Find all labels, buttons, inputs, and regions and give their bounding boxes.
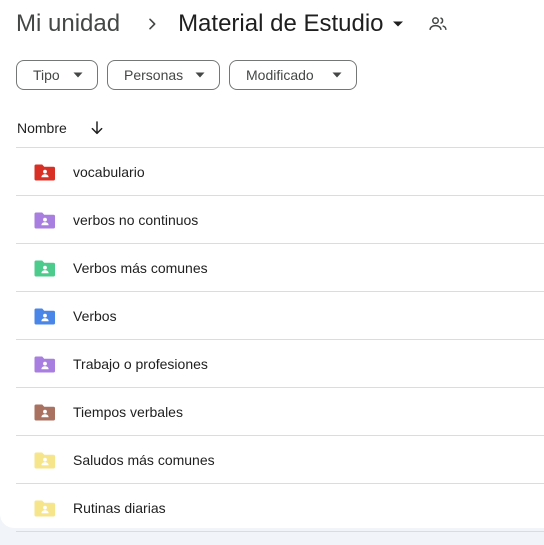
folder-name: vocabulario [73, 163, 145, 180]
folder-name: Rutinas diarias [73, 499, 166, 516]
chevron-right-icon [134, 6, 170, 42]
folder-name: Tiempos verbales [73, 403, 183, 420]
shared-folder-icon [34, 163, 56, 181]
folder-name: Trabajo o profesiones [73, 355, 208, 372]
shared-folder-icon [34, 499, 56, 517]
list-item[interactable]: Verbos más comunes [16, 244, 544, 292]
shared-folder-icon [34, 355, 56, 373]
column-header-name[interactable]: Nombre [17, 120, 67, 136]
list-item[interactable]: Rutinas diarias [16, 484, 544, 532]
shared-people-icon[interactable] [426, 12, 450, 36]
list-item[interactable]: vocabulario [16, 148, 544, 196]
shared-folder-icon [34, 451, 56, 469]
list-item[interactable]: Saludos más comunes [16, 436, 544, 484]
caret-down-icon [388, 14, 408, 34]
folder-list: vocabulario verbos no continuos Verbos m… [16, 148, 544, 532]
shared-folder-icon [34, 403, 56, 421]
breadcrumb-root[interactable]: Mi unidad [16, 10, 124, 38]
breadcrumb-current: Material de Estudio [178, 10, 384, 37]
shared-folder-icon [34, 211, 56, 229]
list-item[interactable]: Verbos [16, 292, 544, 340]
filter-tipo-button[interactable]: Tipo [16, 60, 98, 90]
drive-panel: Mi unidad Material de Estudio Tipo Perso… [0, 0, 544, 532]
folder-name: Verbos más comunes [73, 259, 208, 276]
caret-down-icon [332, 70, 342, 80]
arrow-down-icon[interactable] [85, 116, 109, 140]
filter-modificado-label: Modificado [246, 67, 314, 83]
column-header: Nombre [17, 112, 109, 144]
list-item[interactable]: Tiempos verbales [16, 388, 544, 436]
folder-name: Saludos más comunes [73, 451, 215, 468]
filter-chips: Tipo Personas Modificado [16, 60, 357, 90]
filter-tipo-label: Tipo [33, 67, 60, 83]
folder-name: verbos no continuos [73, 211, 199, 228]
filter-personas-label: Personas [124, 67, 184, 83]
shared-folder-icon [34, 307, 56, 325]
breadcrumb: Mi unidad Material de Estudio [16, 6, 450, 42]
folder-name: Verbos [73, 307, 117, 324]
filter-personas-button[interactable]: Personas [107, 60, 220, 90]
list-item[interactable]: Trabajo o profesiones [16, 340, 544, 388]
filter-modificado-button[interactable]: Modificado [229, 60, 357, 90]
caret-down-icon [73, 70, 83, 80]
shared-folder-icon [34, 259, 56, 277]
caret-down-icon [195, 70, 205, 80]
list-item[interactable]: verbos no continuos [16, 196, 544, 244]
breadcrumb-current-folder-button[interactable]: Material de Estudio [174, 10, 411, 38]
